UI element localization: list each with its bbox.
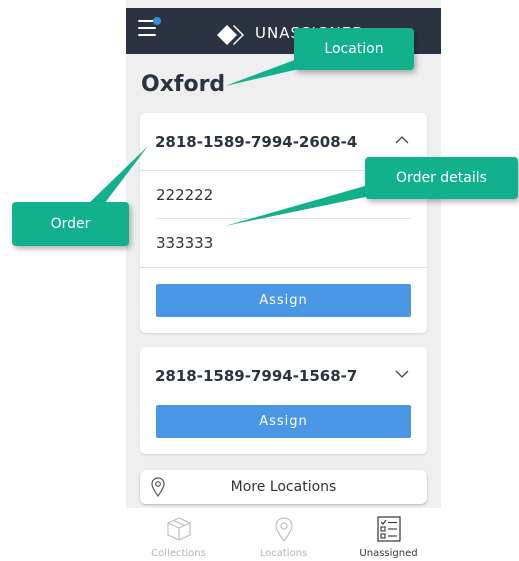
assign-button[interactable]: Assign	[156, 405, 411, 438]
nav-item-unassigned[interactable]: Unassigned	[336, 508, 441, 561]
order-number[interactable]: 2818-1589-7994-1568-7	[155, 367, 357, 385]
divider	[140, 267, 427, 268]
bottom-navigation: Collections Locations Unassigned	[126, 508, 441, 561]
nav-item-locations[interactable]: Locations	[231, 508, 336, 561]
location-title: Oxford	[141, 72, 226, 97]
phone-screen: UNASSIGNED Oxford 2818-1589-7994-2608-4 …	[126, 0, 441, 561]
box-icon	[166, 517, 191, 541]
order-detail-item: 333333	[156, 234, 214, 252]
chevron-up-icon[interactable]	[395, 135, 409, 145]
logo-icon	[217, 25, 244, 45]
more-locations-label: More Locations	[230, 479, 337, 495]
order-detail-item: 222222	[156, 186, 214, 204]
order-card: 2818-1589-7994-2608-4 222222 333333 Assi…	[140, 113, 427, 333]
divider	[156, 218, 411, 219]
assign-button[interactable]: Assign	[156, 284, 411, 317]
location-pin-icon	[274, 517, 293, 542]
chevron-down-icon[interactable]	[395, 369, 409, 379]
more-locations-button[interactable]: More Locations	[140, 470, 427, 504]
callout-order: Order	[12, 202, 129, 246]
nav-label-locations: Locations	[259, 548, 308, 559]
nav-label-collections: Collections	[151, 548, 206, 559]
notification-dot	[153, 17, 161, 25]
nav-label-unassigned: Unassigned	[359, 548, 418, 559]
order-card: 2818-1589-7994-1568-7 Assign	[140, 347, 427, 454]
order-number[interactable]: 2818-1589-7994-2608-4	[155, 133, 357, 151]
callout-location: Location	[294, 28, 414, 70]
callout-order-details: Order details	[365, 157, 518, 199]
nav-item-collections[interactable]: Collections	[126, 508, 231, 561]
checklist-icon	[376, 516, 401, 542]
